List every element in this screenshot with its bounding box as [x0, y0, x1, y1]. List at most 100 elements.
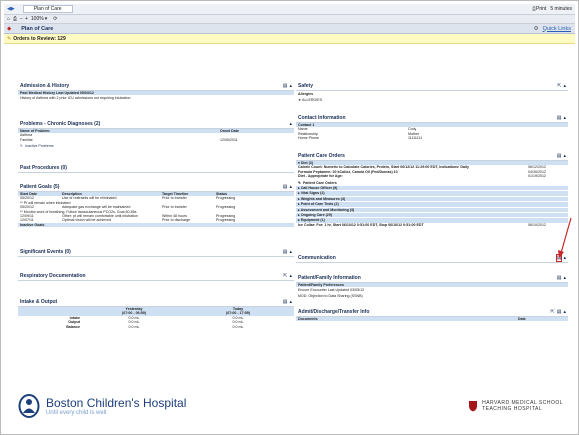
patient-care-label: Patient Care Orders [303, 180, 337, 185]
admission-section: Admission & History ▤ ▴ Past Medical Hist… [18, 82, 294, 102]
menu-icon[interactable]: ▤ [557, 153, 562, 159]
col-date: Date [518, 317, 526, 321]
io-header: Yesterday (07:00 - 06:59) Today (07:00 - 1… [18, 307, 294, 316]
section-title: Contact Information [298, 115, 346, 121]
section-header[interactable]: Respiratory Documentation ⇱ ▴ [18, 272, 294, 281]
io-value: 0.0 mL [232, 324, 244, 329]
order-group-label: Vital Signs (2) [300, 191, 325, 196]
home-icon[interactable]: ⌂ [7, 16, 10, 22]
order-group-row[interactable]: ▸ Point of Care Tests (2) [296, 202, 568, 207]
collapse-icon[interactable]: ▴ [563, 115, 566, 121]
section-header[interactable]: Patient/Family Information ▤ ▴ [296, 274, 568, 283]
section-header[interactable]: Safety ⇱ ▴ [296, 82, 568, 91]
section-header[interactable]: Intake & Output ▤ ▴ [18, 298, 294, 307]
collapse-icon[interactable]: ▴ [289, 83, 292, 89]
section-title: Problems - Chronic Diagnoses (2) [20, 121, 101, 127]
inactive-goals[interactable]: Inactive Goals [18, 222, 294, 228]
section-title: Safety [298, 83, 314, 89]
menu-icon[interactable]: ▤ [283, 184, 288, 190]
table-row[interactable]: Diet - Appropriate for Age: 01/19/2012 [296, 174, 568, 178]
collapse-icon[interactable]: ▴ [289, 184, 292, 190]
io-yesterday: Yesterday [125, 307, 143, 311]
collapse-icon[interactable]: ▴ [563, 255, 566, 261]
harvard-line2: TEACHING HOSPITAL [482, 406, 543, 412]
chevron-down-icon[interactable]: ▾ [45, 16, 48, 22]
section-header[interactable]: Contact Information ▤ ▴ [296, 114, 568, 123]
zoom-level[interactable]: 100% [31, 16, 44, 22]
section-header[interactable]: Admit/Discharge/Transfer Info ⇱ ▤ ▴ [296, 308, 568, 317]
order-group-label: Equipment (1) [300, 218, 325, 223]
order-group-label: Call House Officer (9) [300, 186, 338, 191]
order-group-row[interactable]: ▸ Weights and Measures (4) [296, 196, 568, 202]
order-group-row[interactable]: ▸ Vital Signs (2) [296, 191, 568, 196]
order-group-row[interactable]: ▸ Assessment and Monitoring (3) [296, 207, 568, 213]
menu-icon[interactable]: ▤ [555, 254, 563, 262]
contact-value: 11111111 [408, 136, 423, 141]
menu-icon[interactable]: ▤ [557, 309, 562, 315]
red-diamond-icon: ◆ [7, 25, 12, 32]
collapse-icon[interactable]: ▴ [289, 249, 292, 255]
pmh-detail: History of Asthma with 2 prior ICU admis… [20, 96, 131, 101]
quick-links[interactable]: Quick Links [543, 26, 571, 32]
table-row[interactable]: Ice Collar: For: 1 hr, Start 06/10/12 0:… [296, 223, 568, 227]
orders-icon: ✎ [7, 35, 12, 42]
table-row[interactable]: 12/07/11 Optimal vision will be achieved P… [18, 218, 294, 222]
zoom-in-icon[interactable]: + [25, 16, 28, 22]
menu-icon[interactable]: ▤ [283, 83, 288, 89]
external-icon[interactable]: ⇱ [551, 309, 555, 315]
collapse-icon[interactable]: ▴ [289, 299, 292, 305]
section-title: Patient Goals (5) [20, 184, 60, 190]
inactive-label: Inactive Problems [25, 144, 54, 149]
safety-section: Safety ⇱ ▴ Allergies ★ ALLERGIES [296, 82, 568, 104]
admit-section: Admit/Discharge/Transfer Info ⇱ ▤ ▴ Docume… [296, 308, 568, 322]
orders-label[interactable]: Orders to Review: 129 [13, 36, 66, 42]
section-header[interactable]: Admission & History ▤ ▴ [18, 82, 294, 91]
section-header[interactable]: Past Procedures (0) [18, 164, 294, 173]
inactive-icon: ✎ [20, 144, 24, 149]
refresh-icon[interactable]: ⟳ [53, 16, 57, 22]
goal-cell: Progressing [216, 218, 236, 223]
inactive-problems-link[interactable]: ✎ Inactive Problems [18, 144, 294, 148]
collapse-icon[interactable]: ▴ [563, 275, 566, 281]
bch-logo-icon [18, 394, 40, 418]
col-date: Onset Date [220, 129, 239, 133]
window-titlebar: ◀ ▶ Plan of Care ⎙ Print 5 minutes [4, 4, 575, 15]
table-row[interactable]: Familial 12/05/2011 [18, 138, 294, 142]
section-header[interactable]: Significant Events (0) ▤ ▴ [18, 248, 294, 257]
allergies-text: ALLERGIES [302, 98, 323, 103]
collapse-icon[interactable]: ▴ [563, 83, 566, 89]
timer-label: 5 minutes [550, 6, 572, 12]
collapse-icon[interactable]: ▴ [289, 121, 292, 127]
collapse-icon[interactable]: ▴ [289, 273, 292, 279]
harvard-block: HARVARD MEDICAL SCHOOL TEACHING HOSPITAL [468, 400, 563, 412]
patient-care-subheader: ✎ Patient Care Orders [296, 181, 568, 185]
menu-icon[interactable]: ▤ [283, 299, 288, 305]
external-icon[interactable]: ⇱ [557, 83, 561, 89]
order-group-row[interactable]: ▸ Call House Officer (9) [296, 186, 568, 191]
tab-title[interactable]: Plan of Care [22, 5, 73, 13]
forward-icon[interactable]: ▶ [11, 6, 15, 12]
admit-table-header: Documents Date [296, 317, 568, 322]
problem-name: Familial [20, 137, 33, 142]
print-label[interactable]: Print [536, 6, 546, 12]
orders-icon: ✎ [298, 180, 302, 185]
section-header[interactable]: Patient Care Orders ▤ ▴ [296, 152, 568, 161]
collapse-icon[interactable]: ▴ [563, 309, 566, 315]
menu-icon[interactable]: ▤ [557, 275, 562, 281]
contact-section: Contact Information ▤ ▴ Contact 1 Name Cod… [296, 114, 568, 141]
settings-icon[interactable]: ⚙ [534, 26, 539, 32]
collapse-icon[interactable]: ▴ [563, 153, 566, 159]
zoom-out-icon[interactable]: − [20, 16, 23, 22]
orders-banner[interactable]: ✎ Orders to Review: 129 [4, 34, 575, 44]
menu-icon[interactable]: ▤ [557, 115, 562, 121]
browser-toolbar: ⌂ ⎙ − + 100% ▾ ⟳ [4, 15, 575, 24]
print-tool-icon[interactable]: ⎙ [13, 16, 17, 22]
menu-icon[interactable]: ▤ [283, 249, 288, 255]
family-section: Patient/Family Information ▤ ▴ Patient/Fa… [296, 274, 568, 300]
external-icon[interactable]: ⇱ [283, 273, 287, 279]
section-header[interactable]: Patient Goals (5) ▤ ▴ [18, 183, 294, 192]
section-header[interactable]: Problems - Chronic Diagnoses (2) ▴ [18, 120, 294, 129]
section-header[interactable]: Communication ▤ ▴ [296, 254, 568, 263]
order-group-row[interactable]: ▸ Ongoing Care (29) [296, 213, 568, 218]
order-date: 06/10/2012 [528, 222, 546, 227]
